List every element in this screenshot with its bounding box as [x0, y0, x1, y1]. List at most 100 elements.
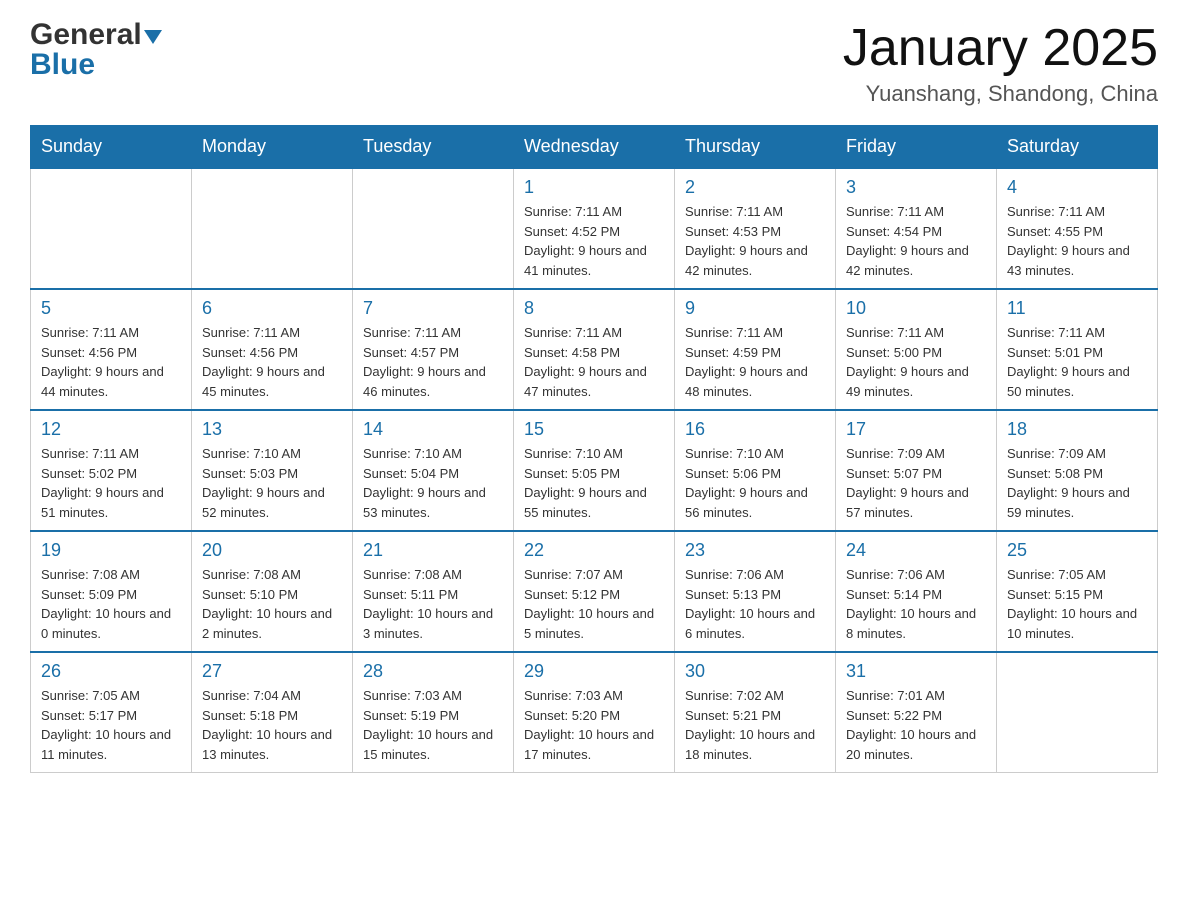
day-info: Sunrise: 7:09 AM Sunset: 5:07 PM Dayligh… [846, 444, 986, 522]
calendar-cell: 14 Sunrise: 7:10 AM Sunset: 5:04 PM Dayli… [353, 410, 514, 531]
day-number: 17 [846, 419, 986, 440]
day-info: Sunrise: 7:10 AM Sunset: 5:04 PM Dayligh… [363, 444, 503, 522]
calendar-cell: 30 Sunrise: 7:02 AM Sunset: 5:21 PM Dayli… [675, 652, 836, 773]
calendar-cell [31, 168, 192, 289]
calendar-cell: 11 Sunrise: 7:11 AM Sunset: 5:01 PM Dayli… [997, 289, 1158, 410]
calendar-cell: 15 Sunrise: 7:10 AM Sunset: 5:05 PM Dayli… [514, 410, 675, 531]
day-number: 9 [685, 298, 825, 319]
day-info: Sunrise: 7:03 AM Sunset: 5:20 PM Dayligh… [524, 686, 664, 764]
calendar-cell: 13Sunrise: 7:10 AM Sunset: 5:03 PM Dayli… [192, 410, 353, 531]
day-info: Sunrise: 7:11 AM Sunset: 4:58 PM Dayligh… [524, 323, 664, 401]
page-header: General Blue January 2025 Yuanshang, Sha… [30, 20, 1158, 107]
calendar-cell [192, 168, 353, 289]
day-number: 28 [363, 661, 503, 682]
day-number: 7 [363, 298, 503, 319]
day-number: 31 [846, 661, 986, 682]
calendar-cell: 12Sunrise: 7:11 AM Sunset: 5:02 PM Dayli… [31, 410, 192, 531]
calendar-cell: 2 Sunrise: 7:11 AM Sunset: 4:53 PM Daylig… [675, 168, 836, 289]
day-info: Sunrise: 7:08 AM Sunset: 5:11 PM Dayligh… [363, 565, 503, 643]
calendar-cell: 24Sunrise: 7:06 AM Sunset: 5:14 PM Dayli… [836, 531, 997, 652]
header-day-tuesday: Tuesday [353, 126, 514, 169]
calendar-subtitle: Yuanshang, Shandong, China [843, 81, 1158, 107]
header-day-friday: Friday [836, 126, 997, 169]
calendar-body: 1 Sunrise: 7:11 AM Sunset: 4:52 PM Daylig… [31, 168, 1158, 773]
calendar-header: SundayMondayTuesdayWednesdayThursdayFrid… [31, 126, 1158, 169]
day-info: Sunrise: 7:11 AM Sunset: 4:52 PM Dayligh… [524, 202, 664, 280]
day-info: Sunrise: 7:05 AM Sunset: 5:15 PM Dayligh… [1007, 565, 1147, 643]
logo: General Blue [30, 20, 162, 80]
calendar-week-4: 19 Sunrise: 7:08 AM Sunset: 5:09 PM Dayli… [31, 531, 1158, 652]
calendar-cell: 22Sunrise: 7:07 AM Sunset: 5:12 PM Dayli… [514, 531, 675, 652]
header-day-saturday: Saturday [997, 126, 1158, 169]
day-number: 18 [1007, 419, 1147, 440]
day-number: 4 [1007, 177, 1147, 198]
calendar-table: SundayMondayTuesdayWednesdayThursdayFrid… [30, 125, 1158, 773]
calendar-week-1: 1 Sunrise: 7:11 AM Sunset: 4:52 PM Daylig… [31, 168, 1158, 289]
day-info: Sunrise: 7:10 AM Sunset: 5:05 PM Dayligh… [524, 444, 664, 522]
header-day-sunday: Sunday [31, 126, 192, 169]
calendar-cell: 21Sunrise: 7:08 AM Sunset: 5:11 PM Dayli… [353, 531, 514, 652]
day-info: Sunrise: 7:04 AM Sunset: 5:18 PM Dayligh… [202, 686, 342, 764]
day-info: Sunrise: 7:08 AM Sunset: 5:09 PM Dayligh… [41, 565, 181, 643]
day-info: Sunrise: 7:10 AM Sunset: 5:03 PM Dayligh… [202, 444, 342, 522]
day-number: 15 [524, 419, 664, 440]
day-number: 8 [524, 298, 664, 319]
calendar-cell: 16 Sunrise: 7:10 AM Sunset: 5:06 PM Dayli… [675, 410, 836, 531]
calendar-cell: 5 Sunrise: 7:11 AM Sunset: 4:56 PM Daylig… [31, 289, 192, 410]
header-day-monday: Monday [192, 126, 353, 169]
day-info: Sunrise: 7:11 AM Sunset: 5:01 PM Dayligh… [1007, 323, 1147, 401]
day-number: 11 [1007, 298, 1147, 319]
day-number: 30 [685, 661, 825, 682]
day-info: Sunrise: 7:03 AM Sunset: 5:19 PM Dayligh… [363, 686, 503, 764]
day-number: 24 [846, 540, 986, 561]
day-info: Sunrise: 7:11 AM Sunset: 4:57 PM Dayligh… [363, 323, 503, 401]
day-number: 20 [202, 540, 342, 561]
day-info: Sunrise: 7:07 AM Sunset: 5:12 PM Dayligh… [524, 565, 664, 643]
calendar-cell [997, 652, 1158, 773]
calendar-cell: 19 Sunrise: 7:08 AM Sunset: 5:09 PM Dayli… [31, 531, 192, 652]
calendar-cell [353, 168, 514, 289]
calendar-cell: 23 Sunrise: 7:06 AM Sunset: 5:13 PM Dayli… [675, 531, 836, 652]
day-number: 14 [363, 419, 503, 440]
day-info: Sunrise: 7:06 AM Sunset: 5:13 PM Dayligh… [685, 565, 825, 643]
day-info: Sunrise: 7:05 AM Sunset: 5:17 PM Dayligh… [41, 686, 181, 764]
day-info: Sunrise: 7:08 AM Sunset: 5:10 PM Dayligh… [202, 565, 342, 643]
calendar-cell: 3Sunrise: 7:11 AM Sunset: 4:54 PM Daylig… [836, 168, 997, 289]
calendar-cell: 25 Sunrise: 7:05 AM Sunset: 5:15 PM Dayli… [997, 531, 1158, 652]
day-number: 29 [524, 661, 664, 682]
calendar-cell: 31Sunrise: 7:01 AM Sunset: 5:22 PM Dayli… [836, 652, 997, 773]
calendar-cell: 26Sunrise: 7:05 AM Sunset: 5:17 PM Dayli… [31, 652, 192, 773]
day-number: 5 [41, 298, 181, 319]
day-info: Sunrise: 7:11 AM Sunset: 5:00 PM Dayligh… [846, 323, 986, 401]
calendar-cell: 17 Sunrise: 7:09 AM Sunset: 5:07 PM Dayli… [836, 410, 997, 531]
calendar-cell: 9Sunrise: 7:11 AM Sunset: 4:59 PM Daylig… [675, 289, 836, 410]
calendar-cell: 8 Sunrise: 7:11 AM Sunset: 4:58 PM Daylig… [514, 289, 675, 410]
day-number: 10 [846, 298, 986, 319]
day-info: Sunrise: 7:09 AM Sunset: 5:08 PM Dayligh… [1007, 444, 1147, 522]
day-number: 16 [685, 419, 825, 440]
title-block: January 2025 Yuanshang, Shandong, China [843, 20, 1158, 107]
calendar-cell: 28 Sunrise: 7:03 AM Sunset: 5:19 PM Dayli… [353, 652, 514, 773]
header-day-wednesday: Wednesday [514, 126, 675, 169]
day-number: 1 [524, 177, 664, 198]
logo-general-text: General [30, 20, 142, 50]
calendar-week-3: 12Sunrise: 7:11 AM Sunset: 5:02 PM Dayli… [31, 410, 1158, 531]
day-info: Sunrise: 7:02 AM Sunset: 5:21 PM Dayligh… [685, 686, 825, 764]
day-number: 12 [41, 419, 181, 440]
day-info: Sunrise: 7:10 AM Sunset: 5:06 PM Dayligh… [685, 444, 825, 522]
calendar-week-5: 26Sunrise: 7:05 AM Sunset: 5:17 PM Dayli… [31, 652, 1158, 773]
day-number: 2 [685, 177, 825, 198]
day-number: 3 [846, 177, 986, 198]
day-number: 23 [685, 540, 825, 561]
calendar-cell: 4 Sunrise: 7:11 AM Sunset: 4:55 PM Daylig… [997, 168, 1158, 289]
header-day-thursday: Thursday [675, 126, 836, 169]
logo-blue-text: Blue [30, 48, 95, 81]
day-info: Sunrise: 7:11 AM Sunset: 4:55 PM Dayligh… [1007, 202, 1147, 280]
calendar-cell: 18 Sunrise: 7:09 AM Sunset: 5:08 PM Dayli… [997, 410, 1158, 531]
logo-arrow-icon [144, 30, 162, 44]
day-number: 19 [41, 540, 181, 561]
day-number: 27 [202, 661, 342, 682]
day-info: Sunrise: 7:11 AM Sunset: 4:53 PM Dayligh… [685, 202, 825, 280]
day-info: Sunrise: 7:11 AM Sunset: 4:56 PM Dayligh… [41, 323, 181, 401]
day-number: 25 [1007, 540, 1147, 561]
